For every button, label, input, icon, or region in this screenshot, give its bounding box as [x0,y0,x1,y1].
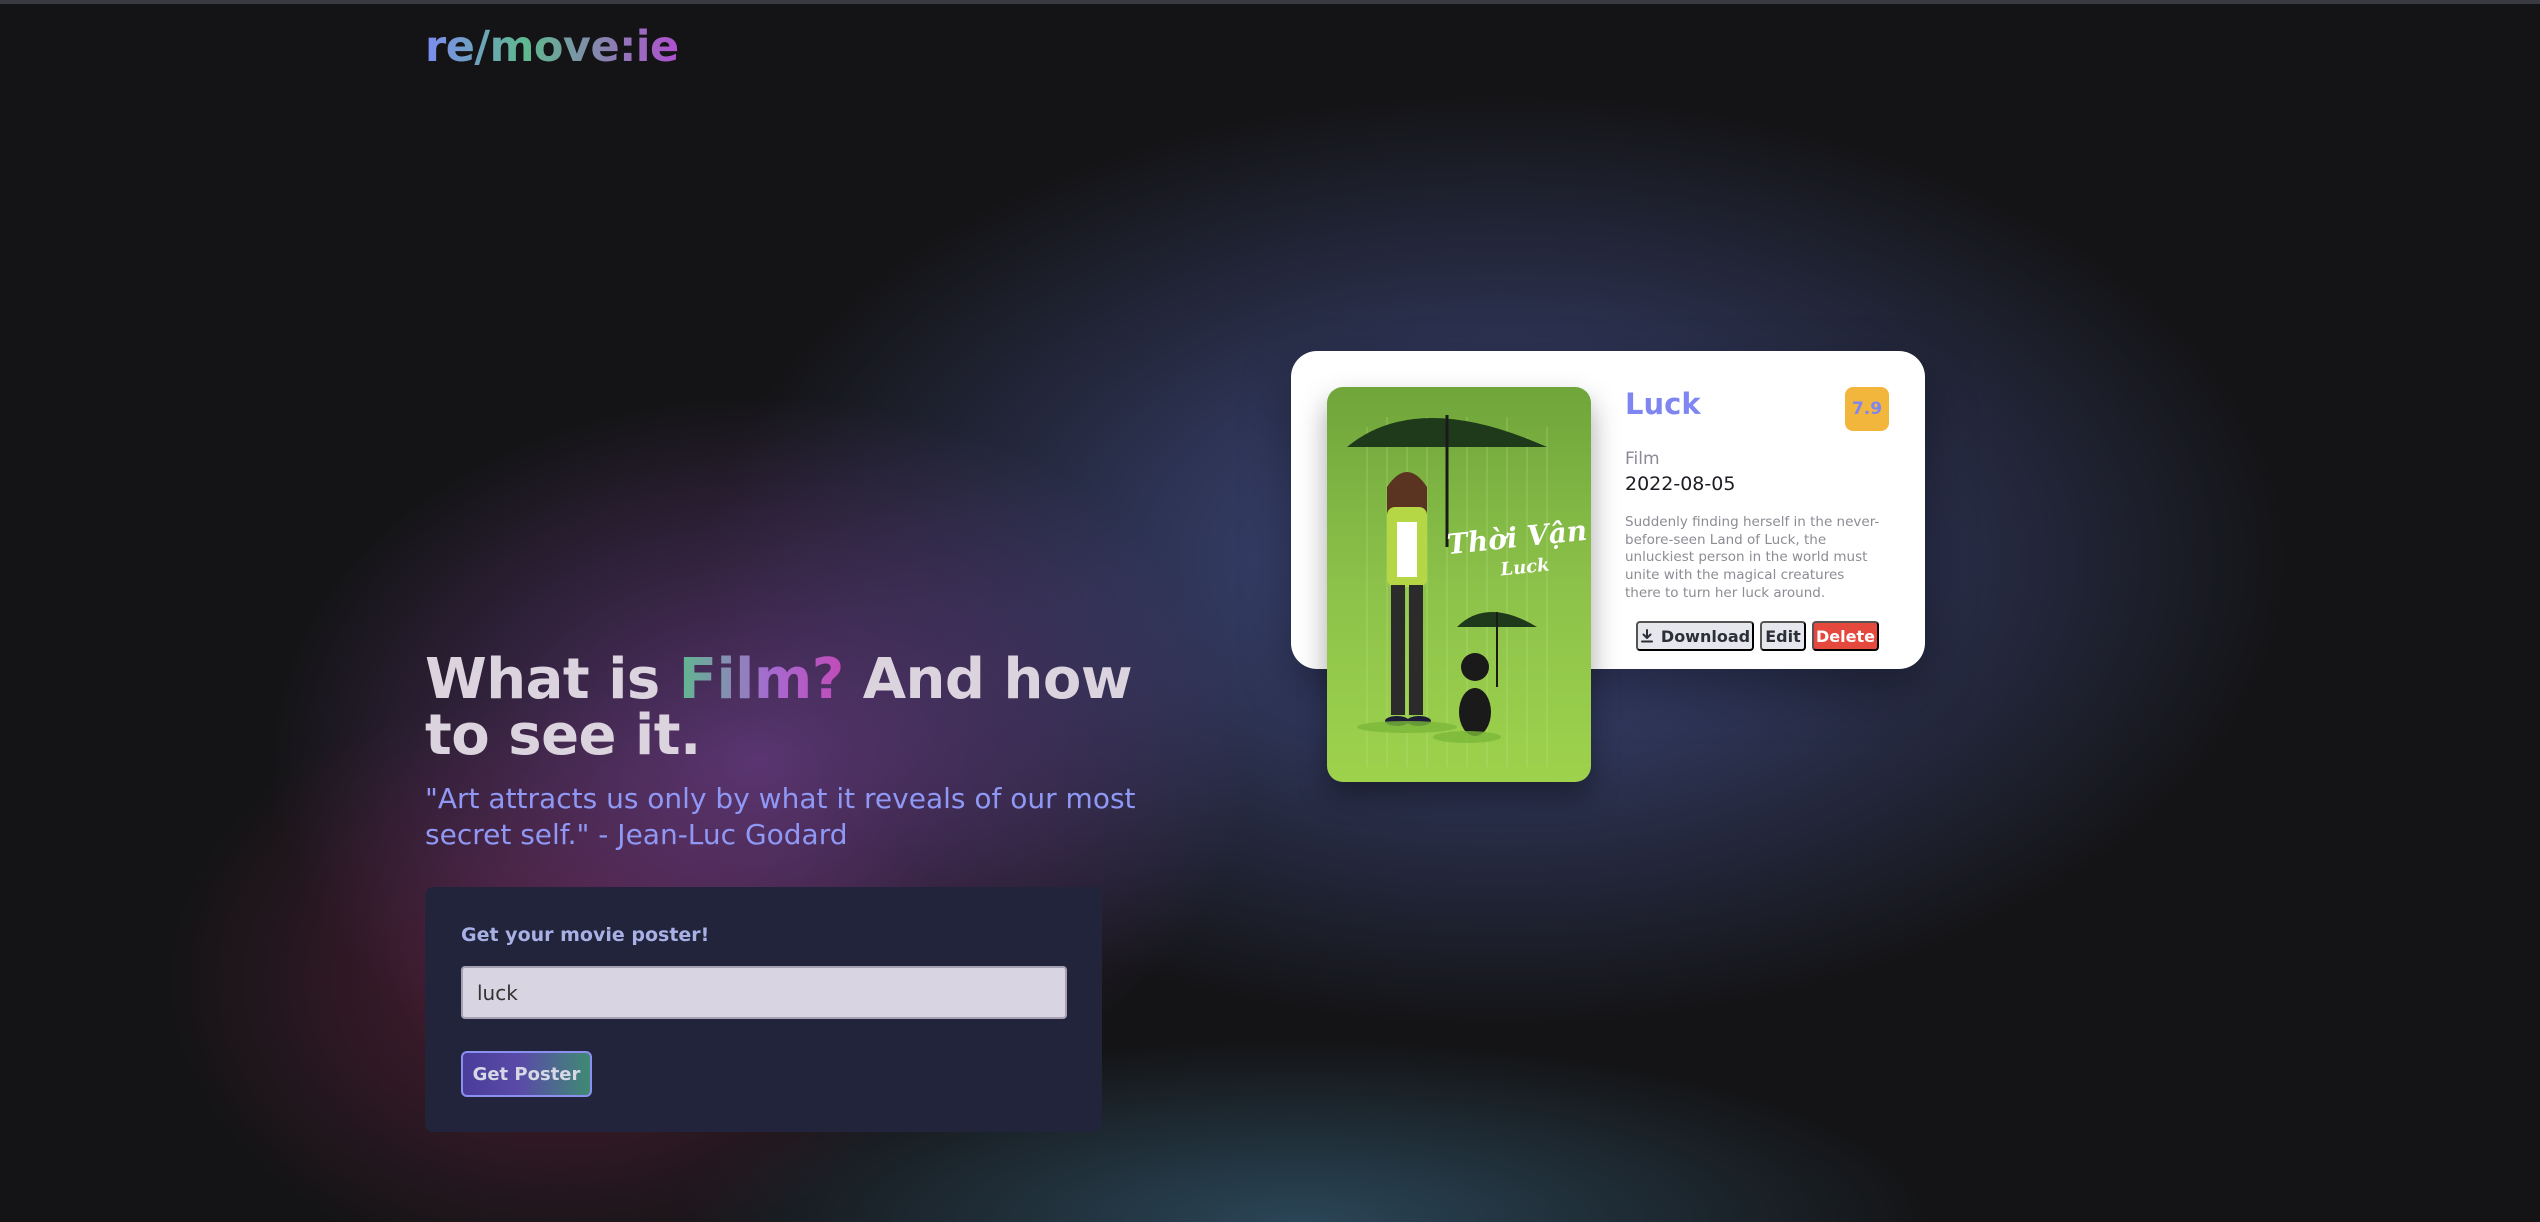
form-label: Get your movie poster! [461,924,710,946]
movie-poster-image: Thời Vận Luck [1327,387,1591,782]
movie-search-input[interactable] [461,966,1067,1019]
hero-title: What is Film? And how to see it. [425,652,1145,764]
movie-description: Suddenly finding herself in the never-be… [1625,514,1880,601]
poster-search-form: Get your movie poster! Get Poster [425,887,1102,1132]
background-glow [0,0,2540,1222]
release-date: 2022-08-05 [1625,473,1736,495]
get-poster-button[interactable]: Get Poster [461,1051,592,1097]
site-logo[interactable]: re/move:ie [425,22,679,72]
download-button[interactable]: Download [1636,621,1754,651]
edit-button[interactable]: Edit [1760,621,1806,651]
movie-type: Film [1625,449,1660,469]
hero-quote: "Art attracts us only by what it reveals… [425,782,1136,851]
hero-title-accent: Film? [678,647,844,712]
rating-badge: 7.9 [1845,387,1889,431]
download-label: Download [1660,626,1751,646]
download-icon [1640,629,1653,643]
movie-title: Luck [1625,387,1701,421]
delete-button[interactable]: Delete [1812,621,1879,651]
